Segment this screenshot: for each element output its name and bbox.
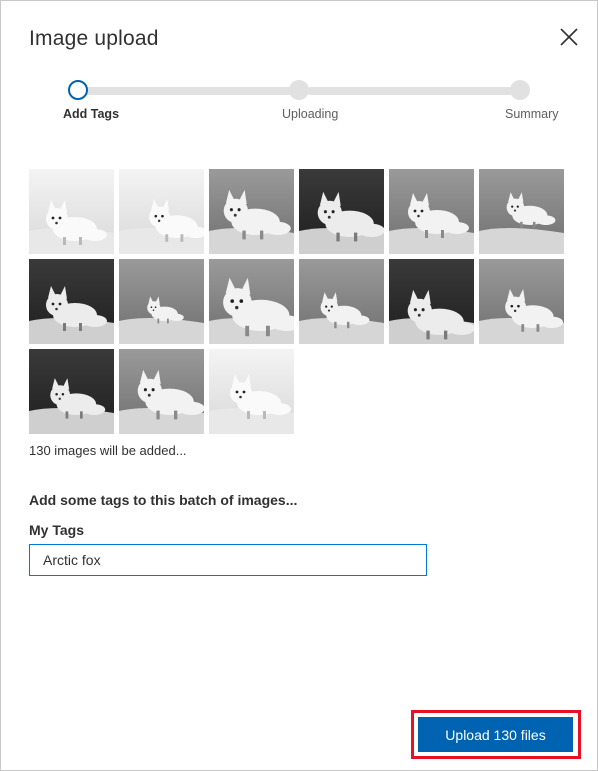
arctic-fox-thumb-5 xyxy=(389,169,474,254)
image-count-text: 130 images will be added... xyxy=(29,443,187,458)
arctic-fox-thumb-8 xyxy=(119,259,204,344)
dialog-title: Image upload xyxy=(29,27,159,50)
close-icon[interactable] xyxy=(557,25,581,49)
step-dot-summary xyxy=(510,80,530,100)
thumbnail-grid xyxy=(29,169,569,434)
tags-heading: Add some tags to this batch of images... xyxy=(29,492,298,508)
image-upload-dialog: Image upload Add Tags Uploading Summary xyxy=(0,0,598,771)
arctic-fox-thumb-13 xyxy=(29,349,114,434)
arctic-fox-thumb-7 xyxy=(29,259,114,344)
arctic-fox-thumb-1 xyxy=(29,169,114,254)
arctic-fox-thumb-14 xyxy=(119,349,204,434)
arctic-fox-thumb-15 xyxy=(209,349,294,434)
upload-files-button[interactable]: Upload 130 files xyxy=(418,717,573,752)
step-dot-add-tags xyxy=(68,80,88,100)
stepper-track xyxy=(83,87,293,95)
arctic-fox-thumb-3 xyxy=(209,169,294,254)
my-tags-label: My Tags xyxy=(29,522,84,538)
arctic-fox-thumb-9 xyxy=(209,259,294,344)
arctic-fox-thumb-11 xyxy=(389,259,474,344)
arctic-fox-thumb-2 xyxy=(119,169,204,254)
tags-input[interactable] xyxy=(29,544,427,576)
step-label-summary: Summary xyxy=(505,107,559,121)
stepper-track xyxy=(307,87,513,95)
step-label-uploading: Uploading xyxy=(282,107,339,121)
arctic-fox-thumb-10 xyxy=(299,259,384,344)
arctic-fox-thumb-6 xyxy=(479,169,564,254)
step-dot-uploading xyxy=(289,80,309,100)
progress-stepper: Add Tags Uploading Summary xyxy=(1,77,597,137)
step-label-add-tags: Add Tags xyxy=(63,107,120,121)
arctic-fox-thumb-4 xyxy=(299,169,384,254)
arctic-fox-thumb-12 xyxy=(479,259,564,344)
